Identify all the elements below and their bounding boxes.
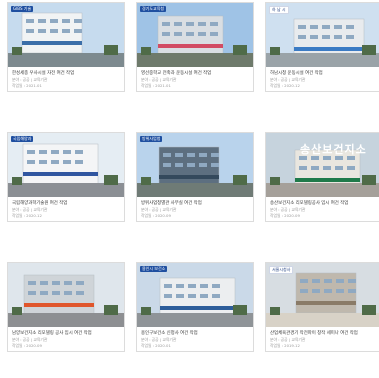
project-photo bbox=[137, 263, 253, 327]
project-photo bbox=[8, 3, 124, 67]
project-card[interactable]: 경기도교육청 영선중학교 전축과 운동시설 여건 작업 분야 : 공공 | 교육… bbox=[136, 2, 254, 92]
project-card[interactable]: 방위사업청 방위사업청별관 사무실 여건 작업 분야 : 공공 | 교육기관 작… bbox=[136, 132, 254, 222]
project-meta: 방위사업청별관 사무실 여건 작업 분야 : 공공 | 교육기관 작업일 : 2… bbox=[137, 197, 253, 221]
institution-badge: 경기도교육청 bbox=[140, 6, 167, 12]
project-date: 작업일 : 2020.09 bbox=[141, 213, 171, 218]
institution-badge: 국립해양과 bbox=[11, 136, 34, 142]
institution-badge: GIBS 기술 bbox=[11, 6, 34, 12]
project-photo bbox=[8, 133, 124, 197]
project-meta: 영선중학교 전축과 운동시설 여건 작업 분야 : 공공 | 교육기관 작업일 … bbox=[137, 67, 253, 91]
project-title[interactable]: 방위사업청별관 사무실 여건 작업 bbox=[141, 200, 249, 207]
project-gallery-grid: GIBS 기술 한성세종 우사시설 자전 여건 작업 분야 : 공공 | 교육기… bbox=[0, 0, 379, 378]
institution-badge: 방위사업청 bbox=[140, 136, 163, 142]
project-card[interactable]: 송산보건지소 송산보건지소 리모델링공사 임시 여건 작업 분야 : 공공 | … bbox=[265, 132, 379, 222]
project-thumbnail[interactable]: GIBS 기술 bbox=[8, 3, 124, 67]
project-date: 작업일 : 2020.09 bbox=[12, 343, 42, 348]
project-title[interactable]: 하남시청 운동시설 여건 작업 bbox=[270, 70, 378, 77]
project-card[interactable]: 용인시 보건소 용인구보건소 신청사 여건 작업 분야 : 공공 | 교육기관 … bbox=[136, 262, 254, 352]
project-meta: 하남시청 운동시설 여건 작업 분야 : 공공 | 교육기관 작업일 : 202… bbox=[266, 67, 379, 91]
project-meta: 송산보건지소 리모델링공사 임시 여건 작업 분야 : 공공 | 교육기관 작업… bbox=[266, 197, 379, 221]
project-date: 작업일 : 2020.01 bbox=[141, 343, 171, 348]
project-photo bbox=[137, 3, 253, 67]
project-thumbnail[interactable]: 하 남 시 bbox=[266, 3, 379, 67]
project-card[interactable]: 서울시청사 산업체육관경기 작전파이 창작 세미나 여건 작업 분야 : 공공 … bbox=[265, 262, 379, 352]
project-title[interactable]: 한성세종 우사시설 자전 여건 작업 bbox=[12, 70, 120, 77]
project-title[interactable]: 송산보건지소 리모델링공사 임시 여건 작업 bbox=[270, 200, 378, 207]
project-photo bbox=[137, 133, 253, 197]
project-thumbnail[interactable] bbox=[8, 263, 124, 327]
project-date: 작업일 : 2021.01 bbox=[141, 83, 171, 88]
project-photo bbox=[8, 263, 124, 327]
project-card[interactable]: 남양보건지소 리모델링 공사 임시 여건 작업 분야 : 공공 | 교육기관 작… bbox=[7, 262, 125, 352]
project-title[interactable]: 남양보건지소 리모델링 공사 임시 여건 작업 bbox=[12, 330, 120, 337]
project-date: 작업일 : 2021.01 bbox=[12, 83, 42, 88]
project-title[interactable]: 산업체육관경기 작전파이 창작 세미나 여건 작업 bbox=[270, 330, 378, 337]
project-title[interactable]: 국립해양과학기술원 여건 작업 bbox=[12, 200, 120, 207]
project-date: 작업일 : 2020.12 bbox=[270, 83, 300, 88]
project-thumbnail[interactable]: 경기도교육청 bbox=[137, 3, 253, 67]
project-meta: 남양보건지소 리모델링 공사 임시 여건 작업 분야 : 공공 | 교육기관 작… bbox=[8, 327, 124, 351]
project-card[interactable]: 하 남 시 하남시청 운동시설 여건 작업 분야 : 공공 | 교육기관 작업일… bbox=[265, 2, 379, 92]
project-meta: 용인구보건소 신청사 여건 작업 분야 : 공공 | 교육기관 작업일 : 20… bbox=[137, 327, 253, 351]
project-date: 작업일 : 2020.09 bbox=[270, 213, 300, 218]
project-thumbnail[interactable]: 서울시청사 bbox=[266, 263, 379, 327]
project-date: 작업일 : 2020.12 bbox=[12, 213, 42, 218]
project-thumbnail[interactable]: 용인시 보건소 bbox=[137, 263, 253, 327]
institution-badge: 용인시 보건소 bbox=[140, 266, 168, 272]
building-sign-text: 송산보건지소 bbox=[300, 143, 367, 156]
project-title[interactable]: 용인구보건소 신청사 여건 작업 bbox=[141, 330, 249, 337]
project-title[interactable]: 영선중학교 전축과 운동시설 여건 작업 bbox=[141, 70, 249, 77]
project-meta: 한성세종 우사시설 자전 여건 작업 분야 : 공공 | 교육기관 작업일 : … bbox=[8, 67, 124, 91]
project-card[interactable]: 국립해양과 국립해양과학기술원 여건 작업 분야 : 공공 | 교육기관 작업일… bbox=[7, 132, 125, 222]
institution-badge: 서울시청사 bbox=[269, 266, 294, 274]
project-thumbnail[interactable]: 방위사업청 bbox=[137, 133, 253, 197]
institution-badge: 하 남 시 bbox=[269, 6, 289, 14]
project-thumbnail[interactable]: 국립해양과 bbox=[8, 133, 124, 197]
project-card[interactable]: GIBS 기술 한성세종 우사시설 자전 여건 작업 분야 : 공공 | 교육기… bbox=[7, 2, 125, 92]
project-meta: 국립해양과학기술원 여건 작업 분야 : 공공 | 교육기관 작업일 : 202… bbox=[8, 197, 124, 221]
project-meta: 산업체육관경기 작전파이 창작 세미나 여건 작업 분야 : 공공 | 교육기관… bbox=[266, 327, 379, 351]
project-date: 작업일 : 2019.12 bbox=[270, 343, 300, 348]
project-thumbnail[interactable]: 송산보건지소 bbox=[266, 133, 379, 197]
